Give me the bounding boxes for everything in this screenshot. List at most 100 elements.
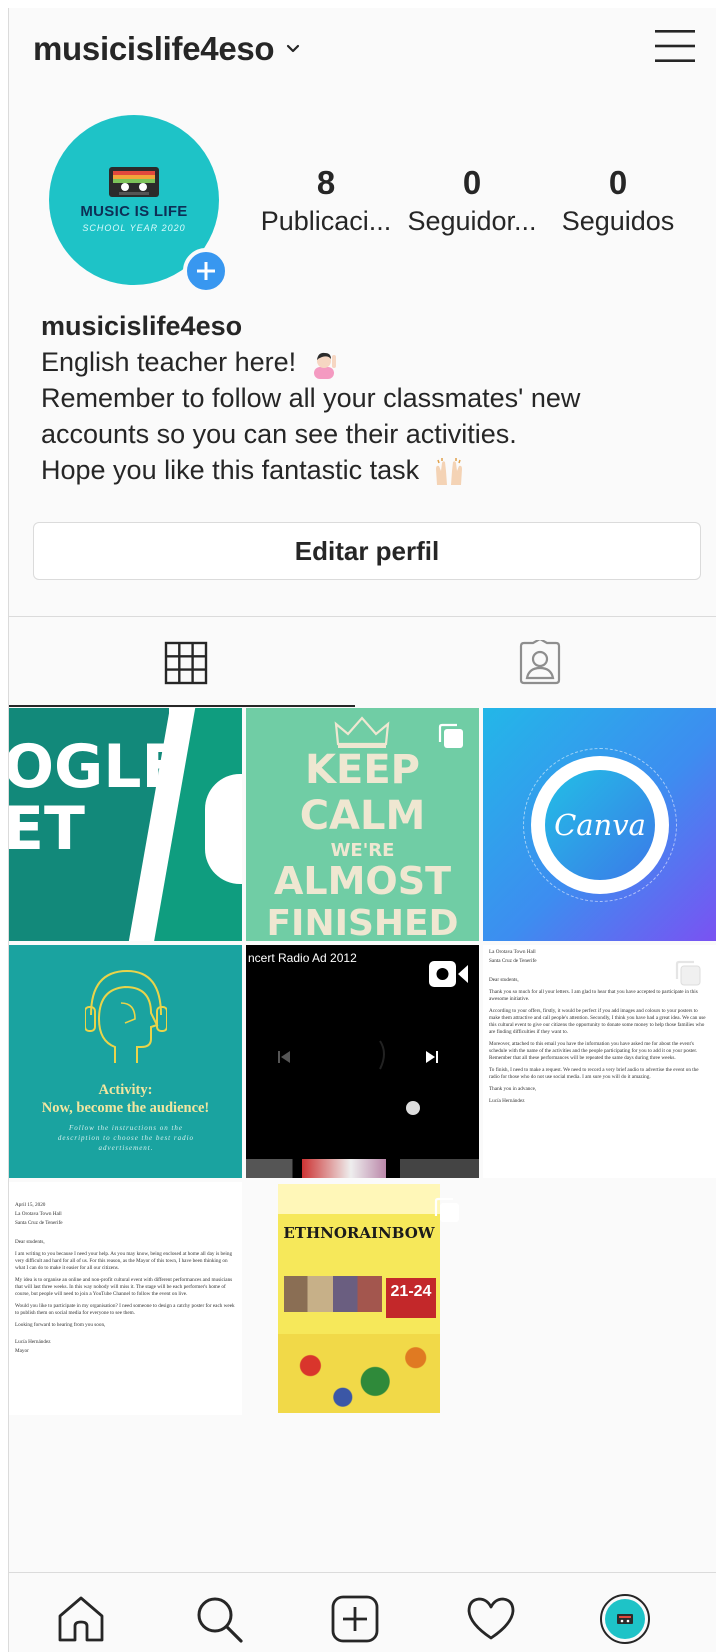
post-thumbnail[interactable]: La Orotava Town Hall Santa Cruz de Tener… [483,945,716,1178]
edit-profile-button[interactable]: Editar perfil [33,522,701,580]
avatar-logo-title: MUSIC IS LIFE [80,203,188,220]
nav-home[interactable] [53,1591,109,1647]
multiple-posts-icon [675,960,701,986]
letter-line: Lucía Hernández [489,1098,525,1104]
letter-line: Thank you so much for all your letters. … [489,989,698,1002]
add-story-button[interactable] [183,248,229,294]
video-caption: ncert Radio Ad 2012 [248,951,357,965]
bio-line-text: English teacher here! [41,347,297,377]
post-text: OGLE ET [9,736,182,860]
post-thumbnail[interactable]: Canva [483,708,716,941]
post-thumbnail[interactable]: ETHNORAINBOW 21-24 [246,1182,479,1415]
video-icon [429,961,468,987]
spinner-icon [379,1040,385,1070]
post-text-line: ET [9,794,85,864]
post-thumbnail[interactable]: April 15, 2020 La Orotava Town Hall Sant… [9,1182,242,1415]
profile-name: musicislife4eso [41,311,243,341]
tab-grid[interactable] [9,617,363,709]
add-post-icon [331,1595,379,1643]
bottom-navigation [9,1572,716,1652]
bio-line: Hope you like this fantastic task [41,452,701,488]
tab-tagged[interactable] [363,617,716,709]
nav-add-post[interactable] [327,1591,383,1647]
letter-line: According to your offers, firstly, it wo… [489,1008,706,1035]
post-thumbnail[interactable]: OGLE ET [9,708,242,941]
bio-line: Remember to follow all your classmates' … [41,383,581,413]
post-text-line: CALM [299,793,426,839]
profile-tabs [9,616,716,708]
account-switcher[interactable]: musicislife4eso [33,30,300,68]
poster-header [278,1184,440,1214]
active-tab-indicator [9,705,355,707]
heart-icon [467,1597,515,1640]
nav-avatar [600,1594,650,1644]
header-username: musicislife4eso [33,30,275,67]
letter-line: Looking forward to hearing from you soon… [15,1322,106,1328]
tagged-icon [519,640,561,685]
poster-photos [284,1276,382,1312]
poster-decoration [278,1334,440,1413]
home-icon [58,1596,104,1642]
post-text-line: ALMOST [273,859,452,903]
post-title: Activity: Now, become the audience! [9,1081,242,1117]
posts-stat[interactable]: 8 Publicaci... [251,164,401,237]
post-thumbnail[interactable]: ncert Radio Ad 2012 [246,945,479,1178]
multiple-posts-icon [438,723,463,748]
letter-line: April 15, 2020 [15,1202,46,1208]
poster-title: ETHNORAINBOW [283,1224,435,1242]
post-thumbnail[interactable]: KEEP CALM WE'RE ALMOST FINISHED [246,708,479,941]
cassette-icon [617,1614,633,1624]
raising-hand-emoji-icon [313,352,336,379]
video-strip [246,1159,479,1178]
posts-label: Publicaci... [260,206,392,236]
letter-line: Mayor [15,1348,29,1354]
letter-line: I am writing to you because I need your … [15,1251,233,1271]
post-thumbnail[interactable]: Activity: Now, become the audience! Foll… [9,945,242,1178]
following-stat[interactable]: 0 Seguidos [543,164,693,237]
followers-stat[interactable]: 0 Seguidor... [397,164,547,237]
posts-count: 8 [316,164,336,201]
letter-line: To finish, I need to make a request. We … [489,1067,699,1080]
festival-poster: ETHNORAINBOW 21-24 [278,1184,440,1413]
letter-line: Would you like to participate in my orga… [15,1303,235,1316]
nav-search[interactable] [191,1591,247,1647]
cassette-icon [109,167,159,197]
grid-icon [164,641,208,685]
post-note: Follow the instructions on the descripti… [57,1124,195,1152]
letter-line: Dear students, [15,1239,45,1245]
following-label: Seguidos [561,206,675,236]
following-count: 0 [608,164,628,201]
post-text-line: OGLE [9,732,183,802]
app-frame: musicislife4eso MUSIC IS LIFE SCHOOL YEA… [8,8,716,1652]
post-text-line: KEEP [305,747,420,793]
crown-icon [334,716,390,748]
plus-icon [197,262,215,280]
nav-avatar-image [605,1599,645,1639]
letter-line: Moreover, attached to this email you hav… [489,1041,698,1061]
letter-line: My idea is to organise an online and non… [15,1277,233,1297]
bio-line-text: Hope you like this fantastic task [41,455,420,485]
canva-logo: Canva [531,756,669,894]
next-icon [426,1051,438,1063]
letter-line: La Orotava Town Hall [489,949,536,955]
multiple-posts-icon [434,1197,459,1222]
hamburger-menu-icon[interactable] [653,26,697,66]
poster-dates: 21-24 [386,1278,436,1318]
avatar-logo-subtitle: SCHOOL YEAR 2020 [82,223,186,233]
post-subtitle-line: Now, become the audience! [41,1100,210,1116]
search-icon [197,1597,243,1643]
previous-icon [278,1051,290,1063]
post-title-line: Activity: [98,1082,153,1098]
letter-line: Santa Cruz de Tenerife [15,1220,63,1226]
bio-line: accounts so you can see their activities… [41,419,517,449]
letter-line: Thank you in advance, [489,1086,537,1092]
profile-stats: 8 Publicaci... 0 Seguidor... 0 Seguidos [251,164,701,244]
post-text-line: FINISHED [266,903,459,942]
progress-dot [406,1101,420,1115]
letter-line: Lucía Hernández [15,1339,51,1345]
raised-hands-emoji-icon [435,457,462,485]
profile-bio: musicislife4eso English teacher here! Re… [41,308,701,488]
nav-profile[interactable] [597,1591,653,1647]
canva-logo-inner: Canva [545,770,655,880]
nav-activity[interactable] [463,1591,519,1647]
